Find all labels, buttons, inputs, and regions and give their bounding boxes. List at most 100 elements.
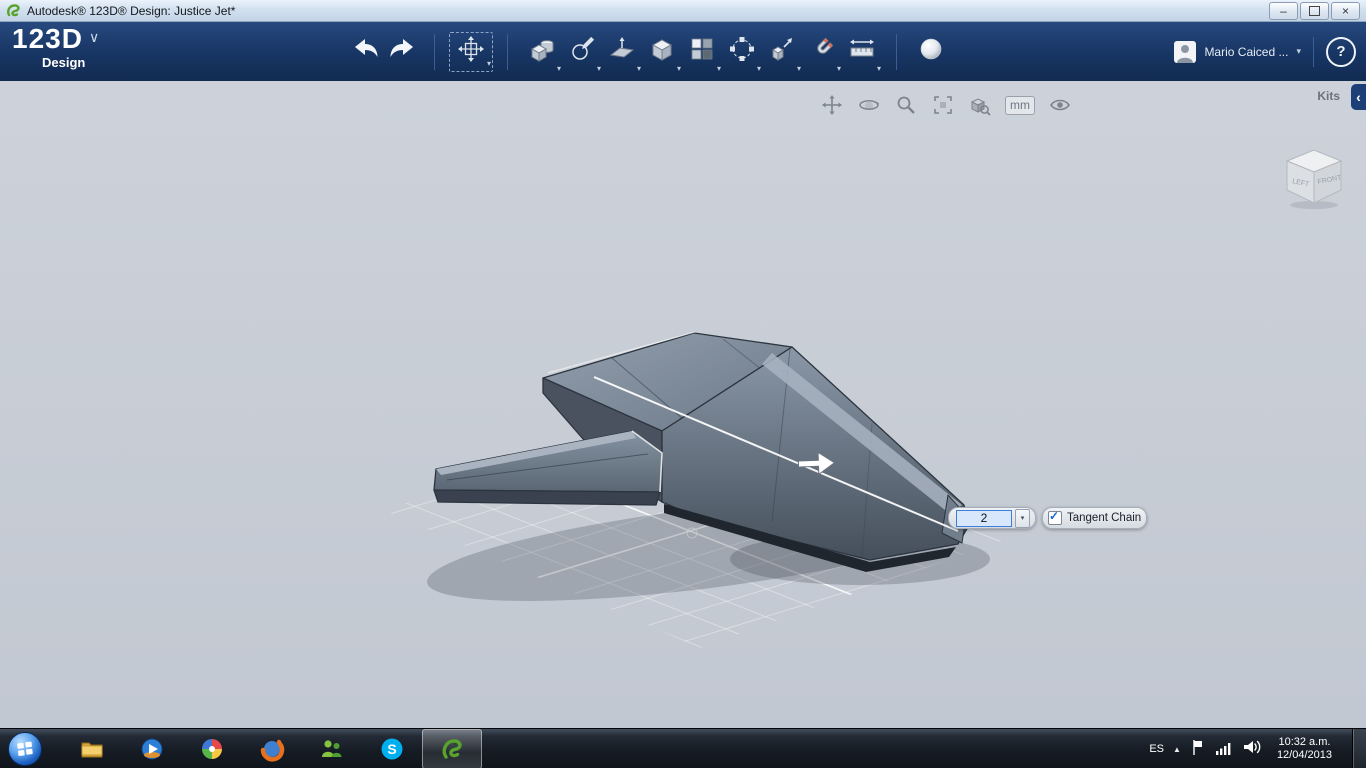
user-avatar[interactable] — [1174, 40, 1197, 63]
construct-icon — [609, 36, 635, 67]
units-selector[interactable]: mm — [1005, 95, 1035, 115]
transform-move-icon — [458, 36, 484, 67]
magnet-icon — [809, 36, 835, 67]
skype-letter: S — [387, 741, 396, 757]
firefox-icon — [260, 739, 285, 762]
combine-button[interactable]: ▾ — [802, 28, 842, 76]
caret-down-icon: ▾ — [556, 63, 561, 73]
taskbar-clock[interactable]: 10:32 a.m. 12/04/2013 — [1277, 736, 1332, 762]
caret-down-icon: ▾ — [756, 63, 761, 73]
sketch-icon — [569, 36, 595, 67]
caret-down-icon: ▾ — [486, 58, 491, 68]
scene-3d[interactable] — [0, 81, 1366, 728]
colorwheel-app-icon — [202, 739, 222, 759]
volume-icon[interactable] — [1242, 738, 1262, 761]
modify-cube-icon — [649, 36, 675, 67]
undo-button[interactable] — [348, 28, 384, 76]
units-label: mm — [1010, 98, 1030, 112]
snap-button[interactable]: ▾ — [682, 28, 722, 76]
skype-taskbar-button[interactable]: S — [362, 729, 422, 768]
window-titlebar: Autodesk® 123D® Design: Justice Jet* – × — [0, 0, 1366, 22]
modify-button[interactable]: ▾ — [642, 28, 682, 76]
primitives-button[interactable]: ▾ — [522, 28, 562, 76]
pan-icon[interactable] — [820, 93, 844, 117]
primitives-icon — [529, 36, 555, 67]
caret-down-icon: ▾ — [836, 63, 841, 73]
language-indicator[interactable]: ES — [1149, 743, 1164, 755]
123d-design-taskbar-button[interactable] — [422, 729, 482, 768]
folder-icon — [81, 742, 103, 758]
material-sphere-icon — [918, 36, 944, 67]
zoom-icon[interactable] — [894, 93, 918, 117]
chevron-left-icon: ‹ — [1356, 89, 1361, 105]
caret-down-icon: ▾ — [876, 63, 881, 73]
transform-move-button[interactable]: ▾ — [449, 31, 493, 72]
taskbar: S ES ▲ 10:32 a.m. 12/04/2013 — [0, 728, 1366, 768]
redo-icon — [387, 37, 417, 66]
media-player-icon — [141, 738, 163, 760]
windows-flag-icon — [17, 741, 33, 756]
explorer-taskbar-button[interactable] — [62, 729, 122, 768]
kits-label: Kits — [1317, 89, 1340, 103]
measure-button[interactable]: ▾ — [842, 28, 882, 76]
view-cube[interactable]: LEFT FRONT — [1276, 141, 1350, 213]
caret-down-icon: ▾ — [596, 63, 601, 73]
toolbar-separator — [507, 33, 508, 70]
caret-down-icon: ▾ — [716, 63, 721, 73]
network-icon[interactable] — [1215, 738, 1233, 761]
tangent-chain-checkbox[interactable]: ✓ — [1048, 509, 1062, 525]
action-center-flag-icon[interactable] — [1190, 738, 1206, 761]
visibility-eye-icon[interactable] — [1048, 93, 1072, 117]
clock-date: 12/04/2013 — [1276, 749, 1332, 761]
ruler-icon — [849, 36, 875, 67]
window-controls: – × — [1269, 1, 1360, 20]
orbit-icon[interactable] — [857, 93, 881, 117]
help-icon: ? — [1336, 43, 1346, 60]
check-icon: ✓ — [1049, 509, 1060, 523]
app-toolbar: 123D ∨ Design ▾ ▾ ▾ ▾ ▾ ▾ ▾ ▾ ▾ ▾ Mario … — [0, 22, 1366, 81]
caret-down-icon: ▾ — [636, 63, 641, 73]
group-icon — [769, 36, 795, 67]
messenger-taskbar-button[interactable] — [302, 729, 362, 768]
sketch-button[interactable]: ▾ — [562, 28, 602, 76]
fit-view-icon[interactable] — [931, 93, 955, 117]
caret-down-icon: ▾ — [1020, 515, 1025, 522]
maximize-button[interactable] — [1300, 1, 1329, 20]
kits-panel-collapse-button[interactable]: ‹ — [1351, 84, 1366, 110]
123d-gecko-icon — [442, 739, 462, 759]
pinned-app-taskbar-button[interactable] — [182, 729, 242, 768]
user-caret-down-icon[interactable]: ▾ — [1296, 46, 1301, 57]
tangent-chain-label: Tangent Chain — [1067, 512, 1142, 524]
firefox-taskbar-button[interactable] — [242, 729, 302, 768]
media-player-taskbar-button[interactable] — [122, 729, 182, 768]
radius-value-input[interactable] — [956, 509, 1012, 527]
help-button[interactable]: ? — [1326, 36, 1356, 67]
user-name[interactable]: Mario Caiced ... — [1204, 45, 1288, 59]
snap-grid-icon — [689, 36, 715, 67]
toolbar-separator — [434, 33, 435, 70]
radius-dropdown-button[interactable]: ▾ — [1015, 508, 1030, 528]
close-icon: × — [1341, 3, 1349, 18]
tangent-chain-pill: ✓ Tangent Chain — [1042, 507, 1148, 529]
redo-button[interactable] — [384, 28, 420, 76]
pattern-button[interactable]: ▾ — [722, 28, 762, 76]
app-logo[interactable]: 123D ∨ Design — [12, 23, 99, 70]
close-button[interactable]: × — [1331, 1, 1360, 20]
radius-pill: ▾ — [948, 507, 1036, 529]
view-navigation-bar: mm — [820, 93, 1072, 117]
messenger-icon — [322, 740, 342, 757]
tray-expand-icon[interactable]: ▲ — [1173, 745, 1181, 754]
logo-123: 123 — [12, 23, 62, 54]
skype-icon: S — [381, 738, 403, 760]
materials-button[interactable] — [911, 28, 951, 76]
fillet-popup: ▾ ✓ Tangent Chain — [948, 507, 1148, 529]
construct-button[interactable]: ▾ — [602, 28, 642, 76]
pattern-icon — [729, 36, 755, 67]
viewport[interactable]: mm Kits ‹ LEFT FRONT ▾ — [0, 81, 1366, 728]
minimize-button[interactable]: – — [1269, 1, 1298, 20]
start-button[interactable] — [8, 732, 42, 766]
undo-icon — [351, 37, 381, 66]
group-button[interactable]: ▾ — [762, 28, 802, 76]
zoom-window-icon[interactable] — [968, 93, 992, 117]
show-desktop-button[interactable] — [1352, 729, 1366, 768]
